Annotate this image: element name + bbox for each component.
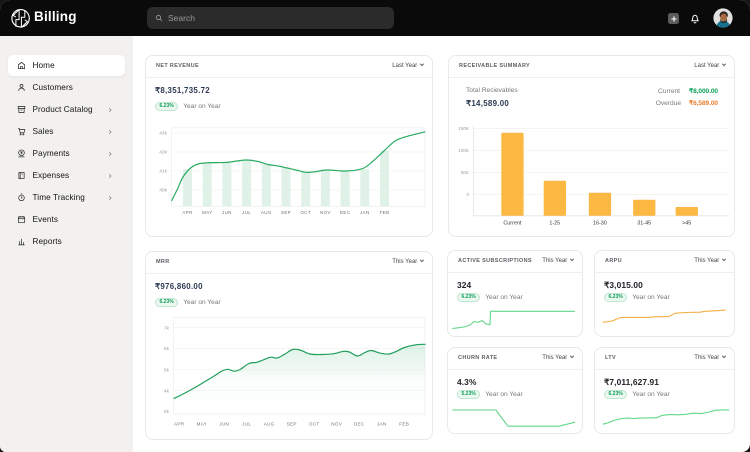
svg-text:JUL: JUL (242, 210, 251, 215)
svg-text:43k: 43k (159, 131, 167, 137)
svg-text:JAN: JAN (377, 422, 387, 427)
svg-text:AUG: AUG (264, 422, 275, 427)
svg-text:7k: 7k (164, 325, 170, 331)
svg-text:APR: APR (182, 210, 193, 215)
svg-text:JUN: JUN (219, 422, 229, 427)
svg-text:1-25: 1-25 (549, 221, 560, 227)
svg-text:JUL: JUL (242, 422, 251, 427)
svg-text:OCT: OCT (300, 210, 311, 215)
svg-text:16-30: 16-30 (593, 221, 607, 227)
svg-text:0: 0 (466, 192, 469, 197)
svg-text:DEC: DEC (354, 422, 365, 427)
svg-text:NOV: NOV (331, 422, 342, 427)
svg-text:AUG: AUG (261, 210, 272, 215)
svg-text:100K: 100K (458, 148, 470, 153)
svg-text:6k: 6k (164, 346, 170, 352)
svg-text:5k: 5k (164, 367, 170, 373)
svg-text:JAN: JAN (360, 210, 370, 215)
svg-text:Current: Current (503, 221, 521, 227)
svg-text:50K: 50K (461, 170, 470, 175)
svg-text:31-45: 31-45 (637, 221, 651, 227)
svg-text:150K: 150K (458, 126, 470, 131)
svg-text:OCT: OCT (309, 422, 320, 427)
svg-text:>45: >45 (682, 221, 691, 227)
svg-text:SEP: SEP (281, 210, 291, 215)
svg-text:MAY: MAY (196, 422, 207, 427)
svg-text:JUN: JUN (222, 210, 232, 215)
svg-text:MAY: MAY (202, 210, 213, 215)
svg-text:DEC: DEC (340, 210, 351, 215)
svg-text:42k: 42k (159, 150, 167, 156)
svg-text:41k: 41k (159, 169, 167, 175)
svg-text:40k: 40k (159, 188, 167, 194)
svg-text:4k: 4k (164, 388, 170, 394)
svg-text:0k: 0k (164, 409, 170, 415)
svg-text:FEB: FEB (380, 210, 390, 215)
svg-text:FEB: FEB (399, 422, 409, 427)
svg-text:SEP: SEP (287, 422, 297, 427)
svg-text:APR: APR (174, 422, 185, 427)
svg-text:NOV: NOV (320, 210, 331, 215)
